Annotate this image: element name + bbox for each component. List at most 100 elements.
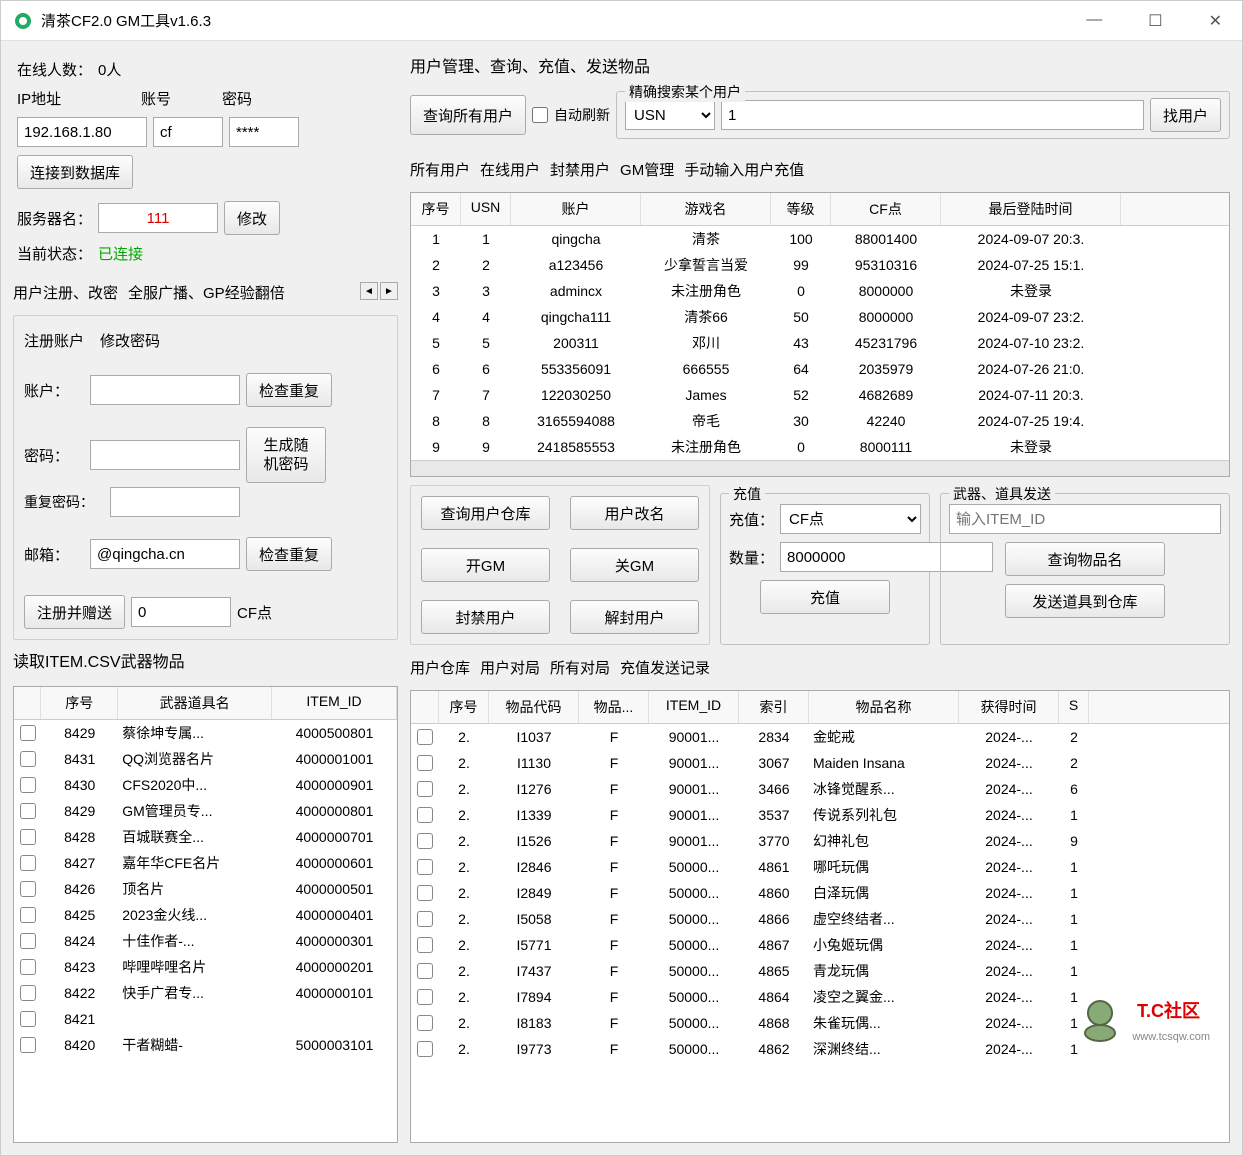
tab-all-users[interactable]: 所有用户 [410, 159, 470, 180]
row-checkbox[interactable] [417, 885, 433, 901]
table-row[interactable]: 2.I7894F50000...4864凌空之翼金...2024-...1 [411, 984, 1229, 1010]
row-checkbox[interactable] [20, 985, 36, 1001]
gen-password-button[interactable]: 生成随机密码 [246, 427, 326, 483]
table-row[interactable]: 2.I5771F50000...4867小兔姬玩偶2024-...1 [411, 932, 1229, 958]
register-submit-button[interactable]: 注册并赠送 [24, 595, 125, 629]
row-checkbox[interactable] [20, 777, 36, 793]
cf-bonus-input[interactable] [131, 597, 231, 627]
table-row[interactable]: 11qingcha清茶100880014002024-09-07 20:3. [411, 226, 1229, 252]
row-checkbox[interactable] [417, 911, 433, 927]
row-checkbox[interactable] [417, 1041, 433, 1057]
row-checkbox[interactable] [417, 833, 433, 849]
row-checkbox[interactable] [417, 755, 433, 771]
table-row[interactable]: 2.I7437F50000...4865青龙玩偶2024-...1 [411, 958, 1229, 984]
tab-scroll-left[interactable]: ◄ [360, 282, 378, 300]
password-input[interactable] [229, 117, 299, 147]
row-checkbox[interactable] [417, 937, 433, 953]
query-warehouse-button[interactable]: 查询用户仓库 [421, 496, 550, 530]
recharge-type-select[interactable]: CF点 [780, 504, 921, 534]
query-all-users-button[interactable]: 查询所有用户 [410, 95, 526, 135]
tab-register[interactable]: 用户注册、改密 [13, 282, 118, 303]
check-dup-email-button[interactable]: 检查重复 [246, 537, 332, 571]
table-row[interactable]: 8423哔哩哔哩名片4000000201 [14, 954, 397, 980]
table-row[interactable]: 2.I9773F50000...4862深渊终结...2024-...1 [411, 1036, 1229, 1062]
row-checkbox[interactable] [20, 907, 36, 923]
table-row[interactable]: 665533560916665556420359792024-07-26 21:… [411, 356, 1229, 382]
row-checkbox[interactable] [20, 751, 36, 767]
table-row[interactable]: 883165594088帝毛30422402024-07-25 19:4. [411, 408, 1229, 434]
open-gm-button[interactable]: 开GM [421, 548, 550, 582]
auto-refresh-checkbox[interactable] [532, 107, 548, 123]
users-scrollbar[interactable] [411, 460, 1229, 476]
row-checkbox[interactable] [417, 781, 433, 797]
row-checkbox[interactable] [20, 829, 36, 845]
table-row[interactable]: 992418585553未注册角色08000111未登录 [411, 434, 1229, 460]
row-checkbox[interactable] [20, 959, 36, 975]
send-item-button[interactable]: 发送道具到仓库 [1005, 584, 1165, 618]
table-row[interactable]: 2.I1276F90001...3466冰锋觉醒系...2024-...6 [411, 776, 1229, 802]
ban-user-button[interactable]: 封禁用户 [421, 600, 550, 634]
table-row[interactable]: 8427嘉年华CFE名片4000000601 [14, 850, 397, 876]
table-row[interactable]: 8431QQ浏览器名片4000001001 [14, 746, 397, 772]
unban-user-button[interactable]: 解封用户 [570, 600, 699, 634]
table-row[interactable]: 8430CFS2020中...4000000901 [14, 772, 397, 798]
connect-db-button[interactable]: 连接到数据库 [17, 155, 133, 189]
table-row[interactable]: 77122030250James5246826892024-07-11 20:3… [411, 382, 1229, 408]
table-row[interactable]: 22a123456少拿誓言当爱99953103162024-07-25 15:1… [411, 252, 1229, 278]
row-checkbox[interactable] [417, 1015, 433, 1031]
reg-email-input[interactable] [90, 539, 240, 569]
table-row[interactable]: 8429GM管理员专...4000000801 [14, 798, 397, 824]
tab-broadcast[interactable]: 全服广播、GP经验翻倍 [128, 282, 285, 303]
close-gm-button[interactable]: 关GM [570, 548, 699, 582]
table-row[interactable]: 8420干者糊蜡-5000003101 [14, 1032, 397, 1058]
reg-repassword-input[interactable] [110, 487, 240, 517]
subtab-changepwd[interactable]: 修改密码 [100, 330, 160, 351]
tab-all-matches[interactable]: 所有对局 [550, 657, 610, 678]
tab-manual-recharge[interactable]: 手动输入用户充值 [684, 159, 804, 180]
tab-gm-manage[interactable]: GM管理 [620, 159, 674, 180]
search-input[interactable] [721, 100, 1144, 130]
table-row[interactable]: 2.I1526F90001...3770幻神礼包2024-...9 [411, 828, 1229, 854]
tab-online-users[interactable]: 在线用户 [480, 159, 540, 180]
reg-account-input[interactable] [90, 375, 240, 405]
query-item-button[interactable]: 查询物品名 [1005, 542, 1165, 576]
minimize-button[interactable]: — [1078, 7, 1110, 35]
search-user-button[interactable]: 找用户 [1150, 98, 1221, 132]
table-row[interactable]: 8426顶名片4000000501 [14, 876, 397, 902]
table-row[interactable]: 2.I1339F90001...3537传说系列礼包2024-...1 [411, 802, 1229, 828]
ip-input[interactable] [17, 117, 147, 147]
row-checkbox[interactable] [20, 933, 36, 949]
row-checkbox[interactable] [20, 855, 36, 871]
table-row[interactable]: 55200311邓川43452317962024-07-10 23:2. [411, 330, 1229, 356]
row-checkbox[interactable] [20, 881, 36, 897]
table-row[interactable]: 8424十佳作者-...4000000301 [14, 928, 397, 954]
tab-banned-users[interactable]: 封禁用户 [550, 159, 610, 180]
table-row[interactable]: 8421 [14, 1006, 397, 1032]
tab-recharge-log[interactable]: 充值发送记录 [620, 657, 710, 678]
recharge-button[interactable]: 充值 [760, 580, 890, 614]
table-row[interactable]: 2.I1130F90001...3067Maiden Insana2024-..… [411, 750, 1229, 776]
subtab-register[interactable]: 注册账户 [24, 330, 84, 351]
check-dup-account-button[interactable]: 检查重复 [246, 373, 332, 407]
row-checkbox[interactable] [417, 859, 433, 875]
row-checkbox[interactable] [417, 989, 433, 1005]
table-row[interactable]: 8422快手广君专...4000000101 [14, 980, 397, 1006]
account-input[interactable] [153, 117, 223, 147]
table-row[interactable]: 2.I2849F50000...4860白泽玩偶2024-...1 [411, 880, 1229, 906]
row-checkbox[interactable] [20, 1011, 36, 1027]
table-row[interactable]: 2.I5058F50000...4866虚空终结者...2024-...1 [411, 906, 1229, 932]
search-type-select[interactable]: USN [625, 100, 715, 130]
table-row[interactable]: 84252023金火线...4000000401 [14, 902, 397, 928]
rename-user-button[interactable]: 用户改名 [570, 496, 699, 530]
tab-scroll-right[interactable]: ► [380, 282, 398, 300]
table-row[interactable]: 2.I2846F50000...4861哪吒玩偶2024-...1 [411, 854, 1229, 880]
table-row[interactable]: 33admincx未注册角色08000000未登录 [411, 278, 1229, 304]
table-row[interactable]: 8429蔡徐坤专属...4000500801 [14, 720, 397, 746]
table-row[interactable]: 8428百城联赛全...4000000701 [14, 824, 397, 850]
row-checkbox[interactable] [417, 963, 433, 979]
row-checkbox[interactable] [20, 803, 36, 819]
row-checkbox[interactable] [20, 1037, 36, 1053]
tab-user-matches[interactable]: 用户对局 [480, 657, 540, 678]
item-id-input[interactable] [949, 504, 1221, 534]
maximize-button[interactable]: ☐ [1140, 7, 1170, 35]
